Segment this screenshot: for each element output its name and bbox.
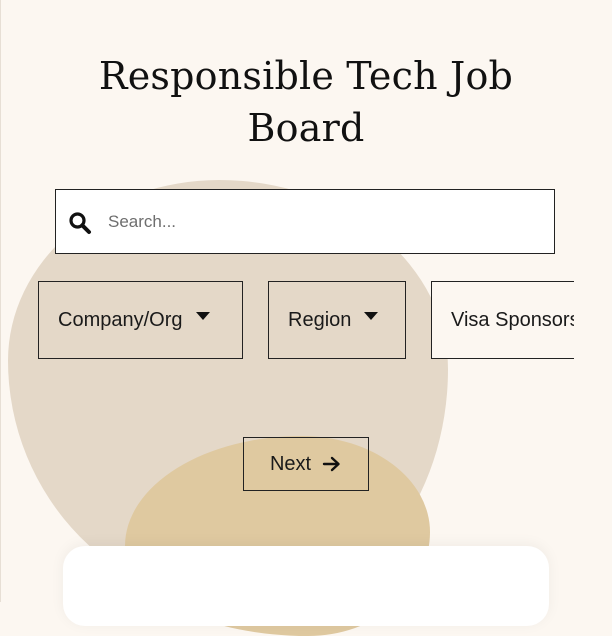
search-icon	[68, 211, 92, 235]
filter-bar: Company/Org Region Visa Sponsorship	[38, 281, 574, 359]
caret-down-icon	[364, 312, 379, 320]
search-bar	[55, 189, 555, 254]
company-org-label: Company/Org	[58, 308, 183, 331]
visa-sponsorship-dropdown[interactable]: Visa Sponsorship	[431, 281, 574, 359]
arrow-right-icon	[322, 456, 340, 472]
page-left-border	[0, 0, 1, 602]
company-org-dropdown[interactable]: Company/Org	[38, 281, 243, 359]
caret-down-icon	[195, 312, 210, 320]
region-label: Region	[288, 308, 352, 331]
search-input[interactable]	[108, 190, 538, 253]
region-dropdown[interactable]: Region	[268, 281, 406, 359]
visa-sponsorship-label: Visa Sponsorship	[451, 308, 574, 331]
next-button[interactable]: Next	[243, 437, 369, 491]
page-title: Responsible Tech Job Board	[98, 54, 514, 150]
job-listing-card	[63, 546, 549, 626]
next-label: Next	[269, 452, 312, 475]
